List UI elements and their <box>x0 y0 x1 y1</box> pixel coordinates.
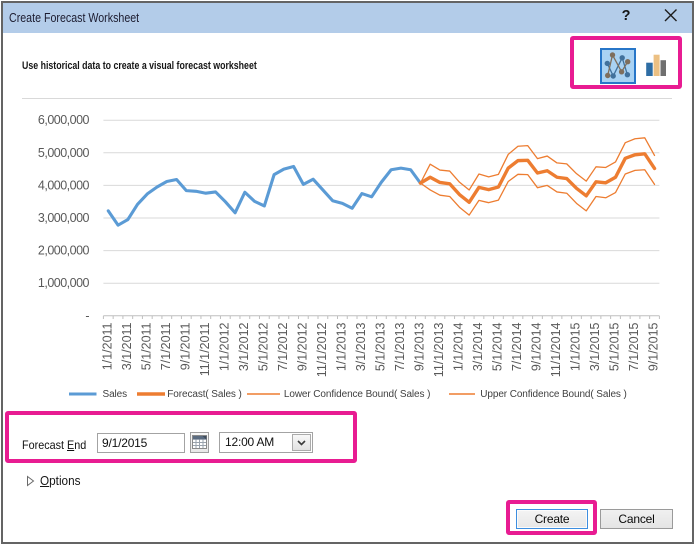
x-axis-tick-label: 9/1/2012 <box>296 322 310 371</box>
y-axis-tick-label: - <box>85 309 89 323</box>
x-axis-tick-label: 7/1/2012 <box>276 322 290 371</box>
legend-label: Upper Confidence Bound( Sales ) <box>480 389 626 400</box>
x-axis-tick-label: 11/1/2011 <box>198 322 212 376</box>
upper-confidence-bound-line <box>420 138 654 190</box>
x-axis-tick-label: 5/1/2011 <box>139 322 153 370</box>
x-axis-tick-label: 5/1/2012 <box>257 322 271 371</box>
time-select-value: 12:00 AM <box>225 433 274 452</box>
sales-line <box>108 166 420 225</box>
x-axis-tick-label: 9/1/2015 <box>647 322 661 371</box>
x-axis-tick-label: 5/1/2015 <box>608 322 622 371</box>
chart-gridlines <box>103 120 659 283</box>
y-axis-tick-label: 6,000,000 <box>38 113 90 127</box>
forecast-end-date-input[interactable]: 9/1/2015 <box>97 433 185 453</box>
chart-y-axis-labels: - 1,000,000 2,000,000 3,000,000 4,000,000 5,0… <box>38 113 90 323</box>
x-axis-tick-label: 11/1/2013 <box>432 322 446 377</box>
create-button[interactable]: Create <box>516 509 588 529</box>
x-axis-tick-label: 1/1/2011 <box>100 322 114 370</box>
y-axis-tick-label: 3,000,000 <box>38 211 90 225</box>
legend-swatch <box>137 390 166 398</box>
y-axis-tick-label: 5,000,000 <box>38 146 90 160</box>
x-axis-tick-label: 1/1/2012 <box>218 322 232 371</box>
y-axis-tick-label: 1,000,000 <box>38 276 90 290</box>
expander-triangle-icon <box>26 475 35 487</box>
x-axis-tick-label: 7/1/2015 <box>627 322 641 371</box>
options-label[interactable]: Options <box>40 474 81 488</box>
date-picker-button[interactable] <box>190 432 209 453</box>
legend-swatch <box>247 390 280 398</box>
legend-label: Sales <box>103 389 128 400</box>
x-axis-tick-label: 7/1/2014 <box>510 322 524 371</box>
x-axis-tick-label: 11/1/2014 <box>549 322 563 377</box>
options-expander[interactable] <box>26 474 35 486</box>
forecast-preview-chart: - 1,000,000 2,000,000 3,000,000 4,000,000 5,0… <box>0 0 694 410</box>
legend-label: Lower Confidence Bound( Sales ) <box>284 389 430 400</box>
forecast-end-label: Forecast End <box>22 438 86 452</box>
x-axis-tick-label: 5/1/2014 <box>491 322 505 371</box>
forecast-end-label-text: Forecast <box>22 438 67 452</box>
forecast-end-label-text2: nd <box>74 438 86 452</box>
y-axis-tick-label: 2,000,000 <box>38 244 90 258</box>
x-axis-tick-label: 11/1/2012 <box>315 322 329 377</box>
calendar-icon <box>191 433 208 452</box>
x-axis-tick-label: 9/1/2014 <box>530 322 544 371</box>
y-axis-tick-label: 4,000,000 <box>38 178 90 192</box>
x-axis-tick-label: 9/1/2013 <box>413 322 427 371</box>
x-axis-tick-label: 3/1/2013 <box>354 322 368 371</box>
x-axis-tick-label: 7/1/2011 <box>159 322 173 370</box>
legend-swatch <box>449 390 475 398</box>
chart-x-axis <box>103 316 659 319</box>
time-select-dropdown-button[interactable] <box>292 434 311 451</box>
forecast-end-time-select[interactable]: 12:00 AM <box>219 432 313 453</box>
x-axis-tick-label: 1/1/2015 <box>569 322 583 371</box>
legend-swatch <box>69 390 97 398</box>
chart-x-axis-labels: 1/1/2011 3/1/2011 5/1/2011 7/1/2011 9/1/2011… <box>100 322 660 377</box>
x-axis-tick-label: 7/1/2013 <box>393 322 407 371</box>
chevron-down-icon <box>293 435 310 450</box>
x-axis-tick-label: 3/1/2011 <box>120 322 134 370</box>
x-axis-tick-label: 1/1/2014 <box>452 322 466 371</box>
x-axis-tick-label: 3/1/2012 <box>237 322 251 371</box>
x-axis-tick-label: 1/1/2013 <box>335 322 349 371</box>
x-axis-tick-label: 3/1/2015 <box>588 322 602 371</box>
cancel-button[interactable]: Cancel <box>600 509 673 529</box>
options-accel-char: O <box>40 474 49 488</box>
x-axis-tick-label: 3/1/2014 <box>471 322 485 371</box>
x-axis-tick-label: 9/1/2011 <box>179 322 193 370</box>
legend-label: Forecast( Sales ) <box>167 389 241 400</box>
options-label-text: ptions <box>49 474 80 488</box>
forecast-end-accel-char: E <box>67 438 74 452</box>
x-axis-tick-label: 5/1/2013 <box>374 322 388 371</box>
